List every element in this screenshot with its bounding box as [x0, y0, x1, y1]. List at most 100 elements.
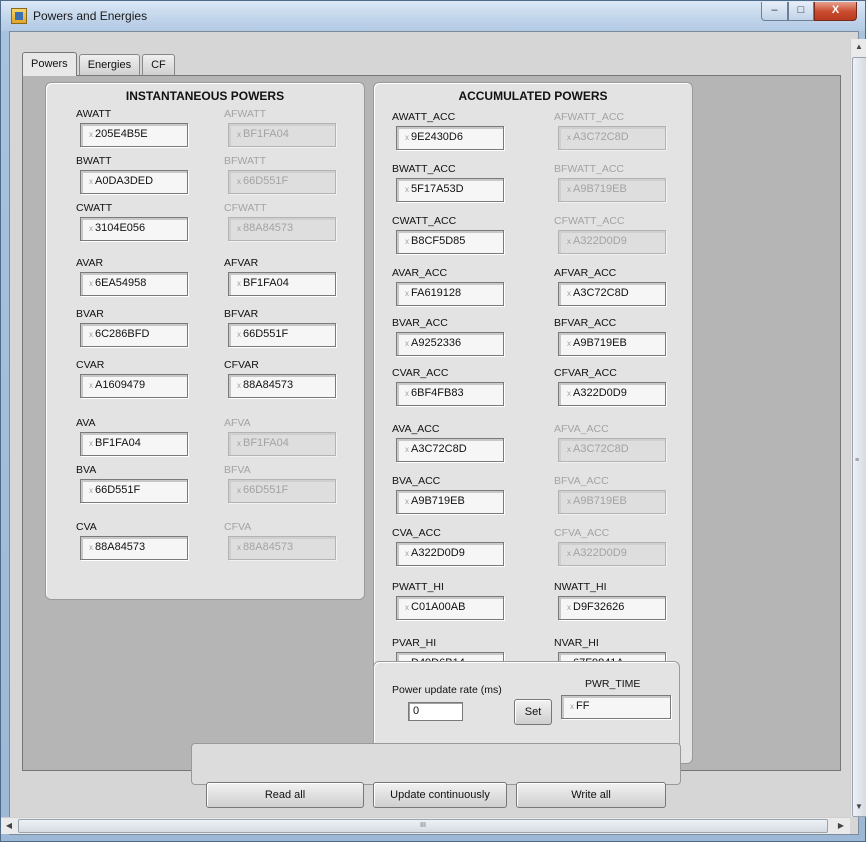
scroll-down-arrow[interactable]: ▼ [851, 799, 866, 815]
radix-marker: x [237, 543, 241, 552]
label-nvar-hi: NVAR_HI [554, 637, 599, 649]
update-continuously-button[interactable]: Update continuously [373, 782, 507, 808]
radix-marker: x [405, 339, 409, 348]
radix-marker: x [89, 224, 93, 233]
radix-marker: x [567, 237, 571, 246]
indicator-value: 6EA54958 [95, 277, 147, 289]
label-ava: AVA [76, 417, 96, 429]
label-pwatt-hi: PWATT_HI [392, 581, 444, 593]
indicator-cvar-acc: x 6BF4FB83 [396, 382, 504, 406]
radix-marker: x [567, 445, 571, 454]
scroll-right-arrow[interactable]: ▶ [833, 818, 849, 834]
indicator-bva: x 66D551F [80, 479, 188, 503]
write-all-button[interactable]: Write all [516, 782, 666, 808]
radix-marker: x [405, 603, 409, 612]
set-rate-button[interactable]: Set [514, 699, 552, 725]
radix-marker: x [405, 289, 409, 298]
indicator-value: 88A84573 [95, 541, 146, 553]
indicator-value: FA619128 [411, 287, 462, 299]
label-cfvar: CFVAR [224, 359, 259, 371]
close-button[interactable]: X [814, 2, 857, 21]
label-cva-acc: CVA_ACC [392, 527, 441, 539]
power-update-rate-input[interactable]: 0 [408, 702, 463, 721]
indicator-value: 88A84573 [243, 541, 294, 553]
indicator-value: A9B719EB [573, 495, 627, 507]
bottom-button-bar [191, 743, 681, 785]
indicator-value: 88A84573 [243, 379, 294, 391]
indicator-value: A9252336 [411, 337, 462, 349]
radix-marker: x [89, 130, 93, 139]
radix-marker: x [567, 603, 571, 612]
window-title: Powers and Energies [33, 9, 148, 23]
indicator-value: A0DA3DED [95, 175, 154, 187]
vertical-scroll-thumb[interactable] [852, 57, 866, 817]
indicator-value: A9B719EB [573, 337, 627, 349]
horizontal-scroll-thumb[interactable]: III [18, 819, 828, 833]
indicator-value: 66D551F [95, 484, 141, 496]
indicator-afva: x BF1FA04 [228, 432, 336, 456]
indicator-ava: x BF1FA04 [80, 432, 188, 456]
label-cva: CVA [76, 521, 97, 533]
indicator-cva: x 88A84573 [80, 536, 188, 560]
indicator-avar: x 6EA54958 [80, 272, 188, 296]
radix-marker: x [237, 439, 241, 448]
maximize-button[interactable]: □ [788, 2, 814, 21]
indicator-bfva-acc: x A9B719EB [558, 490, 666, 514]
indicator-value: BF1FA04 [243, 128, 289, 140]
radix-marker: x [405, 237, 409, 246]
indicator-value: A1609479 [95, 379, 146, 391]
indicator-value: A322D0D9 [411, 547, 465, 559]
tab-bar: Powers Energies CF [22, 52, 177, 76]
indicator-avar-acc: x FA619128 [396, 282, 504, 306]
minimize-button[interactable]: – [761, 2, 788, 21]
read-all-button[interactable]: Read all [206, 782, 364, 808]
indicator-value: A322D0D9 [573, 547, 627, 559]
indicator-value: 66D551F [243, 175, 289, 187]
radix-marker: x [405, 497, 409, 506]
pwr-time-value: FF [576, 700, 590, 712]
label-bwatt-acc: BWATT_ACC [392, 163, 456, 175]
indicator-awatt-acc: x 9E2430D6 [396, 126, 504, 150]
tab-energies[interactable]: Energies [78, 54, 141, 76]
vertical-scrollbar[interactable]: ▲ ≡ ▼ [850, 39, 866, 817]
indicator-cva-acc: x A322D0D9 [396, 542, 504, 566]
radix-marker: x [89, 330, 93, 339]
radix-marker: x [237, 381, 241, 390]
indicator-bfwatt: x 66D551F [228, 170, 336, 194]
indicator-awatt: x 205E4B5E [80, 123, 188, 147]
horizontal-scrollbar[interactable]: ◀ III ▶ [1, 817, 850, 834]
indicator-cfvar: x 88A84573 [228, 374, 336, 398]
tab-cf[interactable]: CF [142, 54, 175, 76]
label-cfvar-acc: CFVAR_ACC [554, 367, 617, 379]
tab-powers[interactable]: Powers [22, 52, 77, 76]
label-bfwatt: BFWATT [224, 155, 266, 167]
indicator-value: 6C286BFD [95, 328, 150, 340]
indicator-cvar: x A1609479 [80, 374, 188, 398]
radix-marker: x [89, 177, 93, 186]
label-cfwatt: CFWATT [224, 202, 267, 214]
indicator-nwatt-hi: x D9F32626 [558, 596, 666, 620]
instantaneous-powers-group: INSTANTANEOUS POWERS AWATT x 205E4B5E AFWAT… [45, 82, 365, 600]
radix-marker: x [405, 549, 409, 558]
indicator-value: B8CF5D85 [411, 235, 466, 247]
radix-marker: x [89, 439, 93, 448]
power-update-rate-label: Power update rate (ms) [392, 684, 502, 696]
indicator-value: 66D551F [243, 484, 289, 496]
radix-marker: x [405, 445, 409, 454]
radix-marker: x [237, 130, 241, 139]
indicator-value: C01A00AB [411, 601, 466, 613]
pwr-time-indicator: x FF [561, 695, 671, 719]
indicator-ava-acc: x A3C72C8D [396, 438, 504, 462]
radix-marker: x [405, 389, 409, 398]
indicator-value: A9B719EB [411, 495, 465, 507]
indicator-cfva-acc: x A322D0D9 [558, 542, 666, 566]
indicator-afwatt: x BF1FA04 [228, 123, 336, 147]
indicator-value: BF1FA04 [243, 277, 289, 289]
scroll-left-arrow[interactable]: ◀ [1, 818, 17, 834]
radix-marker: x [567, 389, 571, 398]
indicator-value: 66D551F [243, 328, 289, 340]
label-afvar-acc: AFVAR_ACC [554, 267, 617, 279]
scroll-up-arrow[interactable]: ▲ [851, 39, 866, 55]
title-bar[interactable]: Powers and Energies – □ X [1, 1, 865, 31]
radix-marker: x [570, 702, 574, 711]
